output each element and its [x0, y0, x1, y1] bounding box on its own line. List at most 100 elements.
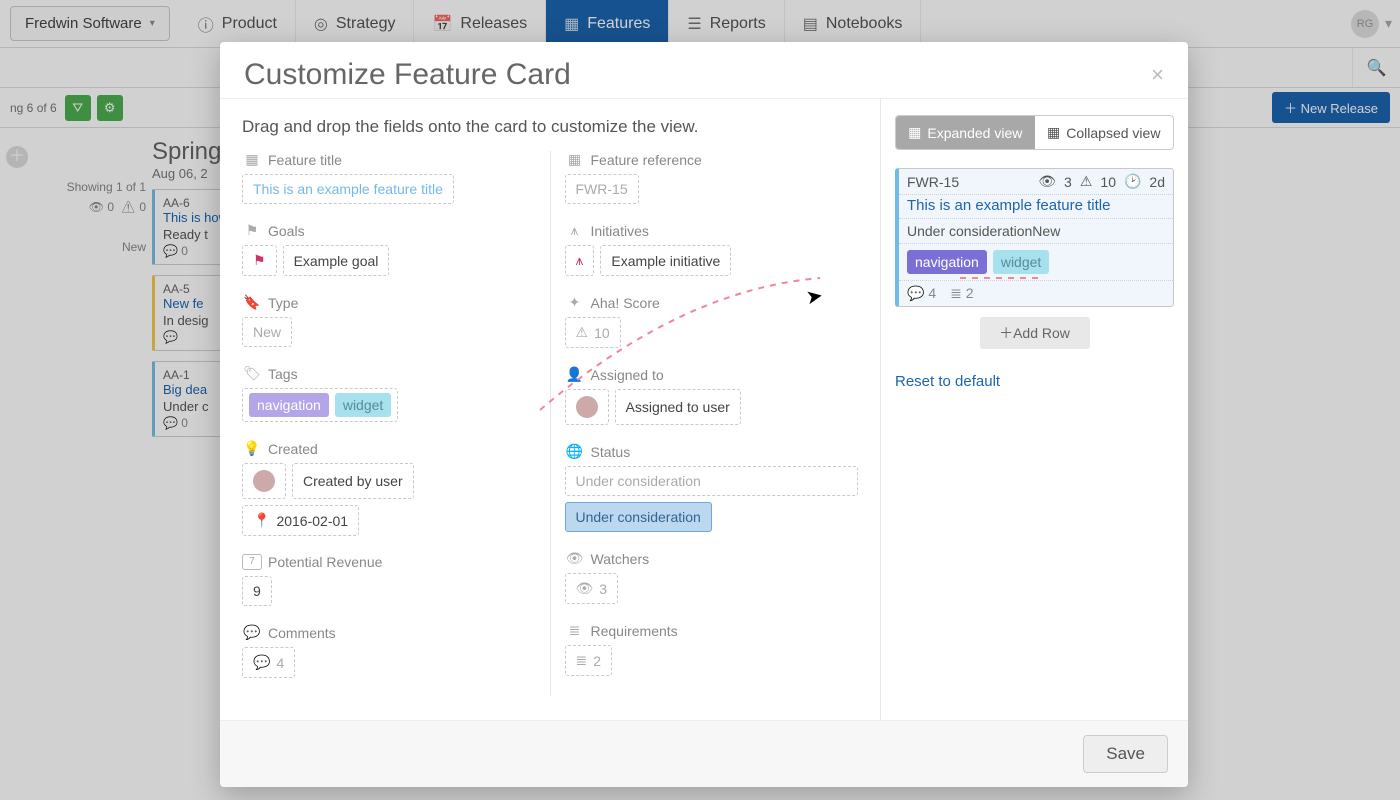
- alert-icon: ⚠: [576, 324, 589, 341]
- tree-icon: ⩚: [576, 252, 584, 269]
- add-row-button[interactable]: ＋Add Row: [980, 317, 1090, 349]
- customize-card-modal: Customize Feature Card × Drag and drop t…: [220, 42, 1188, 787]
- clock-icon: 🕑: [1124, 173, 1141, 190]
- field-chip[interactable]: 📍2016-02-01: [242, 505, 359, 536]
- field-label: Initiatives: [591, 223, 649, 239]
- field-feature-title[interactable]: ▦ Feature title This is an example featur…: [242, 151, 536, 204]
- modal-left-panel: Drag and drop the fields onto the card t…: [220, 99, 880, 720]
- preview-tag-widget: widget: [993, 250, 1049, 274]
- alert-icon: ⚠: [1080, 173, 1093, 190]
- field-goals[interactable]: ⚑Goals ⚑ Example goal: [242, 222, 536, 276]
- field-chip[interactable]: navigation widget: [242, 388, 398, 422]
- field-icon-chip[interactable]: [565, 389, 609, 425]
- field-initiatives[interactable]: ⩚ Initiatives ⩚ Example initiative: [565, 222, 859, 276]
- field-chip[interactable]: 💬4: [242, 647, 295, 678]
- tag-icon: 🏷: [242, 365, 262, 382]
- preview-tag-navigation: navigation: [907, 250, 987, 274]
- field-column-right: ▦Feature reference FWR-15 ⩚ Initiatives ⩚…: [565, 151, 859, 696]
- preview-title: This is an example feature title: [899, 195, 1173, 219]
- field-created[interactable]: 💡 Created Created by user 📍2016-02-01: [242, 440, 536, 536]
- field-tags[interactable]: 🏷 Tags navigation widget: [242, 365, 536, 422]
- field-chip[interactable]: Created by user: [292, 463, 414, 499]
- avatar-icon: [253, 470, 275, 492]
- aha-icon: ✦: [565, 294, 585, 311]
- field-label: Type: [268, 295, 298, 311]
- field-potential-revenue[interactable]: 7 Potential Revenue 9: [242, 554, 536, 606]
- flag-icon: ⚑: [253, 252, 266, 269]
- collapsed-view-button[interactable]: ▦Collapsed view: [1035, 116, 1174, 149]
- modal-title: Customize Feature Card: [244, 58, 571, 92]
- bulb-icon: 💡: [242, 440, 262, 457]
- field-assigned-to[interactable]: 👤 Assigned to Assigned to user: [565, 366, 859, 425]
- grid-icon: ▦: [1047, 124, 1060, 141]
- preview-footer: 💬 4 ≣ 2: [899, 281, 1173, 306]
- tag-widget: widget: [335, 393, 391, 417]
- field-icon-chip[interactable]: ⩚: [565, 245, 595, 276]
- eye-icon: 👁: [1038, 173, 1056, 190]
- modal-right-panel: ▦Expanded view ▦Collapsed view FWR-15 👁3…: [880, 99, 1188, 720]
- field-comments[interactable]: 💬 Comments 💬4: [242, 624, 536, 678]
- field-label: Feature reference: [591, 152, 702, 168]
- field-label: Tags: [268, 366, 298, 382]
- field-chip[interactable]: ⚠10: [565, 317, 621, 348]
- flag-icon: ⚑: [242, 222, 262, 239]
- field-label: Status: [591, 444, 631, 460]
- eye-icon: 👁: [565, 550, 585, 567]
- field-label: Created: [268, 441, 318, 457]
- field-chip[interactable]: Example goal: [283, 245, 390, 276]
- field-label: Potential Revenue: [268, 554, 382, 570]
- preview-top-row: FWR-15 👁3 ⚠10 🕑2d: [899, 169, 1173, 195]
- avatar-icon: [576, 396, 598, 418]
- list-icon: ≣: [565, 622, 585, 639]
- field-chip[interactable]: 9: [242, 576, 272, 606]
- field-chip[interactable]: Example initiative: [600, 245, 731, 276]
- preview-status: Under consideration: [907, 223, 1032, 239]
- field-label: Requirements: [591, 623, 678, 639]
- field-chip[interactable]: 👁3: [565, 573, 619, 604]
- bookmark-icon: 🔖: [242, 294, 262, 311]
- preview-card: FWR-15 👁3 ⚠10 🕑2d This is an example fea…: [895, 168, 1174, 307]
- field-requirements[interactable]: ≣Requirements ≣2: [565, 622, 859, 676]
- field-feature-reference[interactable]: ▦Feature reference FWR-15: [565, 151, 859, 204]
- field-type[interactable]: 🔖 Type New: [242, 294, 536, 347]
- modal-instruction: Drag and drop the fields onto the card t…: [242, 117, 858, 137]
- field-status[interactable]: 🌐Status Under consideration Under consid…: [565, 443, 859, 532]
- grid-icon: ▦: [908, 124, 921, 141]
- field-chip[interactable]: FWR-15: [565, 174, 639, 204]
- field-chip[interactable]: This is an example feature title: [242, 174, 454, 204]
- field-column-left: ▦ Feature title This is an example featur…: [242, 151, 536, 696]
- field-chip[interactable]: New: [242, 317, 292, 347]
- close-icon[interactable]: ×: [1151, 62, 1164, 88]
- field-watchers[interactable]: 👁 Watchers 👁3: [565, 550, 859, 604]
- seven-icon: 7: [242, 554, 262, 570]
- expanded-view-button[interactable]: ▦Expanded view: [896, 116, 1035, 149]
- save-button[interactable]: Save: [1083, 735, 1168, 773]
- field-icon-chip[interactable]: [242, 463, 286, 499]
- field-label: Aha! Score: [591, 295, 660, 311]
- field-label: Assigned to: [591, 367, 664, 383]
- modal-header: Customize Feature Card ×: [220, 42, 1188, 98]
- reset-link[interactable]: Reset to default: [895, 373, 1000, 390]
- field-icon-chip[interactable]: ⚑: [242, 245, 277, 276]
- preview-status-right: New: [1032, 223, 1060, 239]
- tree-icon: ⩚: [565, 222, 585, 239]
- chat-icon: 💬: [253, 654, 270, 671]
- field-label: Watchers: [591, 551, 650, 567]
- field-chip[interactable]: Assigned to user: [615, 389, 741, 425]
- list-icon: ≣: [576, 652, 588, 669]
- preview-status-row: Under consideration New: [899, 219, 1173, 244]
- preview-tags-row[interactable]: navigation widget: [899, 244, 1173, 281]
- field-chip-pill[interactable]: Under consideration: [565, 502, 712, 532]
- pin-icon: 📍: [253, 512, 270, 529]
- field-label: Comments: [268, 625, 336, 641]
- field-chip[interactable]: Under consideration: [565, 466, 859, 496]
- plus-icon: ＋: [999, 325, 1013, 341]
- field-chip[interactable]: ≣2: [565, 645, 613, 676]
- grid-icon: ▦: [242, 151, 262, 168]
- field-label: Goals: [268, 223, 305, 239]
- chat-icon: 💬: [242, 624, 262, 641]
- user-icon: 👤: [565, 366, 585, 383]
- eye-icon: 👁: [576, 580, 594, 597]
- field-label: Feature title: [268, 152, 342, 168]
- modal-footer: Save: [220, 721, 1188, 787]
